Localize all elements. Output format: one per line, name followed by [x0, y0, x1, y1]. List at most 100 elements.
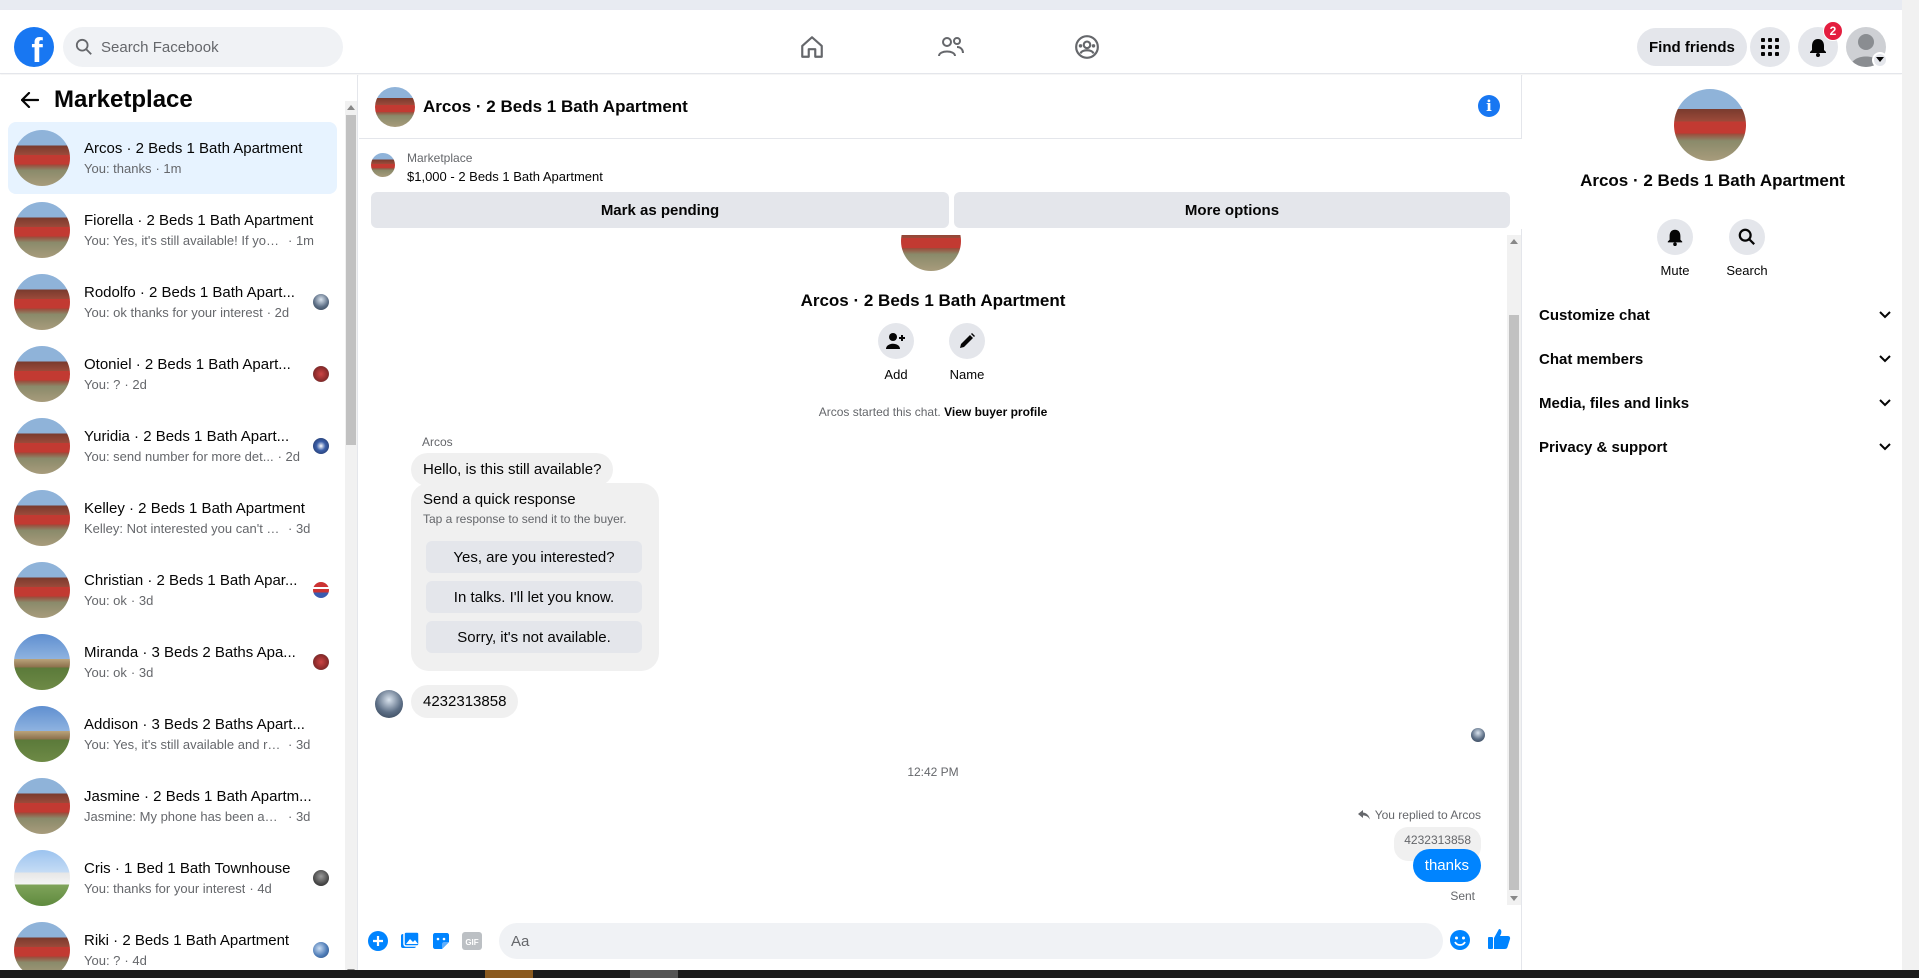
conversation-item[interactable]: Christian · 2 Beds 1 Bath Apar... You: ok… [8, 554, 337, 626]
conversation-name: Cris · 1 Bed 1 Bath Townhouse [84, 860, 291, 877]
sent-status: Sent [1450, 889, 1475, 900]
groups-icon[interactable] [1072, 32, 1102, 62]
conversation-time: · 2d [266, 305, 290, 320]
listing-thumbnail[interactable] [375, 86, 415, 127]
customize-chat-section[interactable]: Customize chat [1539, 293, 1891, 337]
conversation-item[interactable]: Yuridia · 2 Beds 1 Bath Apart... You: sen… [8, 410, 337, 482]
mark-as-pending-button[interactable]: Mark as pending [371, 192, 949, 228]
quick-response-title: Send a quick response [423, 491, 576, 508]
seen-avatar [313, 294, 329, 310]
conversation-name: Riki · 2 Beds 1 Bath Apartment [84, 932, 290, 949]
message-input[interactable] [511, 932, 1391, 950]
conversation-thumbnail [14, 346, 70, 402]
intro-listing-thumbnail [901, 235, 961, 271]
listing-price[interactable]: $1,000 - 2 Beds 1 Bath Apartment [407, 169, 603, 184]
conversation-time: · 4d [124, 953, 147, 968]
mute-button[interactable]: Mute [1645, 219, 1705, 278]
emoji-icon[interactable] [1449, 929, 1471, 951]
chat-title[interactable]: Arcos · 2 Beds 1 Bath Apartment [423, 97, 688, 117]
conversation-thumbnail [14, 418, 70, 474]
plus-circle-icon[interactable] [367, 930, 389, 952]
chat-details-panel: Arcos · 2 Beds 1 Bath Apartment Mute Sea… [1523, 75, 1902, 978]
more-options-button[interactable]: More options [954, 192, 1510, 228]
friends-icon[interactable] [936, 32, 966, 62]
conversation-time: · 3d [288, 737, 311, 752]
conversation-preview: You: ok [84, 665, 127, 680]
conversation-item[interactable]: Kelley · 2 Beds 1 Bath Apartment Kelley: … [8, 482, 337, 554]
quick-response-option[interactable]: Yes, are you interested? [426, 541, 642, 573]
conversation-item[interactable]: Cris · 1 Bed 1 Bath Townhouse You: thanks… [8, 842, 337, 914]
conversation-thumbnail [14, 130, 70, 186]
conversation-preview: You: ? [84, 953, 121, 968]
page-scrollbar[interactable] [1902, 0, 1919, 978]
conversation-item[interactable]: Jasmine · 2 Beds 1 Bath Apartm... Jasmine… [8, 770, 337, 842]
view-buyer-profile-link[interactable]: View buyer profile [944, 405, 1047, 419]
search-label: Search [1726, 263, 1768, 278]
grid-icon [1761, 38, 1779, 56]
add-people-button[interactable]: Add [866, 323, 926, 382]
thumbs-up-icon[interactable] [1487, 927, 1511, 951]
message-composer[interactable] [499, 923, 1443, 959]
conversation-name: Rodolfo · 2 Beds 1 Bath Apart... [84, 284, 295, 301]
conversation-item[interactable]: Rodolfo · 2 Beds 1 Bath Apart... You: ok … [8, 266, 337, 338]
conversation-preview: Kelley: Not interested you can't ev... [84, 521, 284, 536]
conversation-time: · 4d [249, 881, 272, 896]
details-listing-thumbnail [1674, 89, 1746, 161]
conversation-item[interactable]: Addison · 3 Beds 2 Baths Apart... You: Ye… [8, 698, 337, 770]
facebook-logo[interactable]: f [14, 27, 54, 67]
quick-response-option[interactable]: In talks. I'll let you know. [426, 581, 642, 613]
conversation-preview: You: thanks [84, 161, 152, 176]
conversation-item[interactable]: Riki · 2 Beds 1 Bath Apartment You: ? · 4d [8, 914, 337, 978]
home-icon[interactable] [797, 32, 827, 62]
conversation-name: Jasmine · 2 Beds 1 Bath Apartm... [84, 788, 312, 805]
buyer-avatar[interactable] [375, 690, 403, 718]
search-conversation-button[interactable]: Search [1717, 219, 1777, 278]
sidebar-scrollbar[interactable] [345, 101, 357, 978]
chat-panel: Arcos · 2 Beds 1 Bath Apartment i Market… [359, 75, 1522, 978]
conversation-item[interactable]: Arcos · 2 Beds 1 Bath Apartment You: than… [8, 122, 337, 194]
quick-response-subtitle: Tap a response to send it to the buyer. [423, 512, 627, 526]
marketplace-listing-bar: Marketplace $1,000 - 2 Beds 1 Bath Apart… [359, 139, 1522, 229]
conversation-time: · 3d [288, 809, 311, 824]
chevron-down-icon[interactable] [1872, 52, 1888, 68]
incoming-message[interactable]: Hello, is this still available? [411, 453, 614, 486]
read-receipt-avatar [1471, 728, 1485, 742]
sticker-icon[interactable] [430, 930, 452, 952]
gif-icon[interactable]: GIF [461, 930, 483, 952]
conversation-item[interactable]: Fiorella · 2 Beds 1 Bath Apartment You: Y… [8, 194, 337, 266]
seen-avatar [313, 366, 329, 382]
add-person-icon [886, 333, 905, 349]
listing-small-thumbnail[interactable] [371, 153, 395, 177]
conversation-thumbnail [14, 202, 70, 258]
chevron-down-icon [1879, 399, 1891, 407]
conversation-preview: Jasmine: My phone has been actin... [84, 809, 284, 824]
search-input[interactable] [101, 38, 321, 56]
sidebar-title: Marketplace [54, 86, 193, 113]
media-files-links-section[interactable]: Media, files and links [1539, 381, 1891, 425]
timestamp-separator: 12:42 PM [907, 765, 959, 779]
photo-icon[interactable] [399, 930, 421, 952]
outgoing-message[interactable]: thanks [1412, 849, 1481, 882]
browser-chrome-strip [0, 0, 1919, 10]
conversation-item[interactable]: Otoniel · 2 Beds 1 Bath Apart... You: ? · … [8, 338, 337, 410]
quick-response-option[interactable]: Sorry, it's not available. [426, 621, 642, 653]
edit-name-button[interactable]: Name [937, 323, 997, 382]
conversation-preview: You: ok [84, 593, 127, 608]
conversation-time: · 3d [288, 521, 311, 536]
conversation-preview: You: send number for more det... [84, 449, 274, 464]
seen-avatar [313, 942, 329, 958]
info-icon[interactable]: i [1478, 95, 1500, 117]
conversation-time: · 3d [130, 665, 154, 680]
chat-members-section[interactable]: Chat members [1539, 337, 1891, 381]
thread-scrollbar[interactable] [1507, 235, 1521, 905]
back-arrow-icon[interactable] [12, 82, 48, 118]
conversation-item[interactable]: Miranda · 3 Beds 2 Baths Apa... You: ok · … [8, 626, 337, 698]
menu-grid-button[interactable] [1750, 27, 1790, 67]
intro-title: Arcos · 2 Beds 1 Bath Apartment [800, 291, 1066, 310]
search-bar[interactable] [63, 27, 343, 67]
details-title: Arcos · 2 Beds 1 Bath Apartment [1580, 171, 1845, 190]
find-friends-button[interactable]: Find friends [1637, 28, 1747, 66]
privacy-support-section[interactable]: Privacy & support [1539, 425, 1891, 469]
incoming-message[interactable]: 4232313858 [411, 685, 519, 718]
sender-name: Arcos [422, 435, 453, 449]
